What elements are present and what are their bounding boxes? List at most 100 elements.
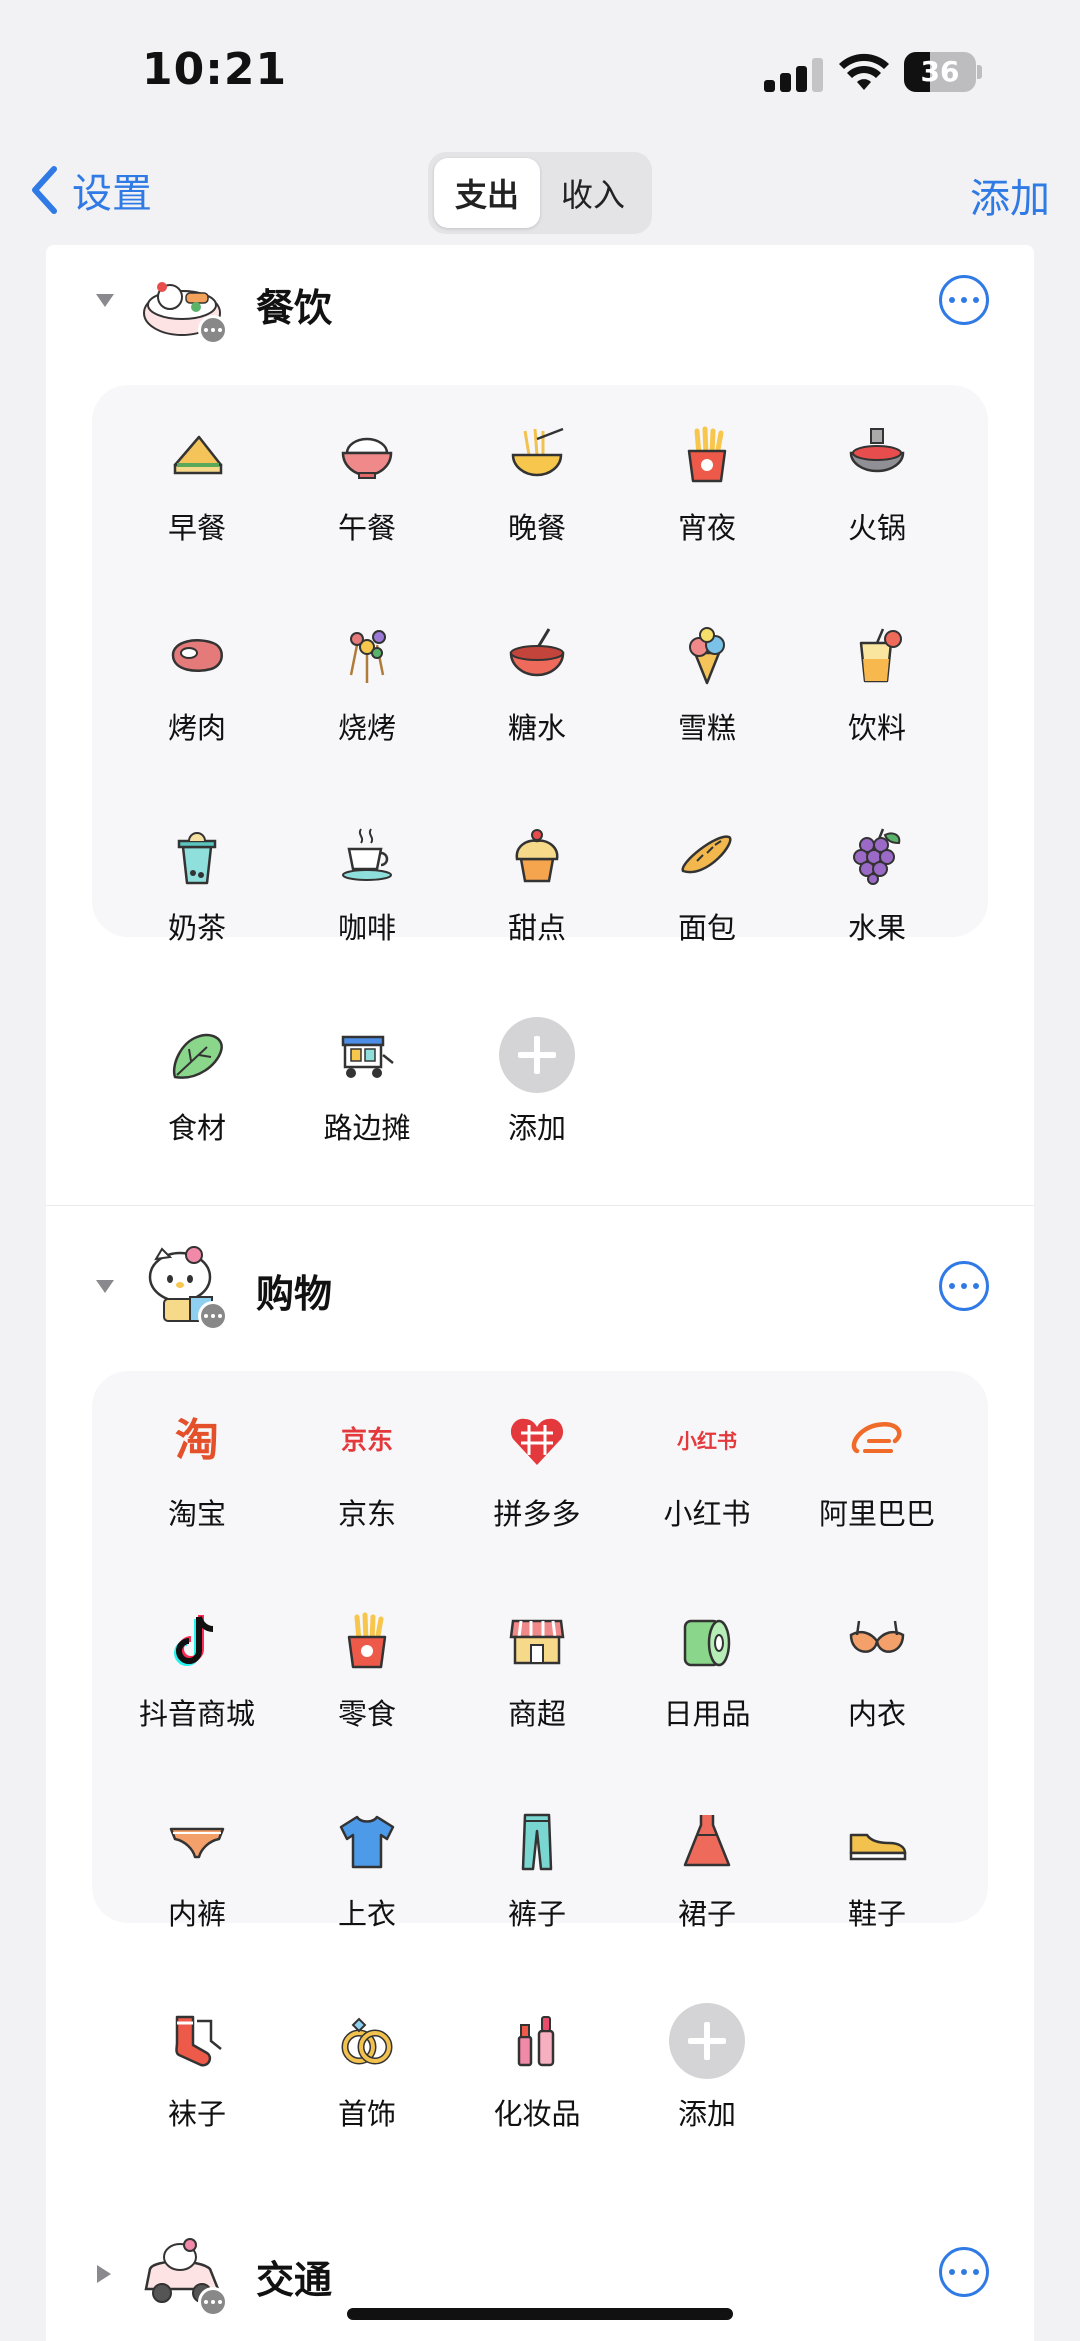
- socks-icon: [175, 2015, 222, 2067]
- ice-cream-icon: [689, 627, 725, 685]
- back-label: 设置: [72, 171, 152, 217]
- item-daily-goods[interactable]: 日用品: [622, 1611, 792, 1751]
- underwear-icon: [169, 1827, 225, 1859]
- category-avatar-dining: [140, 257, 228, 345]
- item-coffee[interactable]: 咖啡: [282, 825, 452, 965]
- item-fruit[interactable]: 水果: [792, 825, 962, 965]
- item-milk-tea[interactable]: 奶茶: [112, 825, 282, 965]
- steak-icon: [171, 639, 223, 672]
- item-cosmetics[interactable]: 化妆品: [452, 2011, 622, 2151]
- item-socks[interactable]: 袜子: [112, 2011, 282, 2151]
- back-button[interactable]: 设置: [30, 160, 152, 220]
- item-xiaohongshu[interactable]: 小红书 小红书: [622, 1411, 792, 1551]
- tab-income[interactable]: 收入: [540, 158, 646, 228]
- noodles-icon: [511, 427, 564, 477]
- item-drinks[interactable]: 饮料: [792, 625, 962, 765]
- category-grid-shopping: 淘 淘宝 京东 京东 拼多多 小红书 小红书 阿里巴巴 抖音商城 零食 商超 日…: [92, 1371, 988, 2131]
- cellular-signal-icon: [764, 58, 824, 92]
- shoe-icon: [849, 1833, 907, 1861]
- plus-icon: [499, 1017, 575, 1093]
- category-title: 餐饮: [256, 286, 333, 330]
- category-header-shopping[interactable]: 购物: [46, 1231, 1034, 1341]
- item-taobao[interactable]: 淘 淘宝: [112, 1411, 282, 1551]
- pants-icon: [521, 1813, 553, 1871]
- category-more-button[interactable]: [939, 1261, 989, 1311]
- skewer-icon: [349, 630, 386, 683]
- item-skewer[interactable]: 烧烤: [282, 625, 452, 765]
- sandwich-icon: [173, 435, 223, 475]
- rings-icon: [341, 2017, 393, 2065]
- item-ice-cream[interactable]: 雪糕: [622, 625, 792, 765]
- jd-icon: 京东: [340, 1426, 393, 1456]
- item-skirt[interactable]: 裙子: [622, 1811, 792, 1951]
- store-icon: [509, 1619, 565, 1665]
- grapes-icon: [853, 828, 901, 885]
- type-segmented-control: 支出 收入: [428, 152, 652, 234]
- bra-icon: [849, 1620, 905, 1653]
- category-grid-dining: 早餐 午餐 晚餐 宵夜 火锅 烤肉 烧烤 糖水 雪糕 饮料 奶茶 咖啡 甜点 面…: [92, 385, 988, 1145]
- alibaba-icon: [851, 1421, 902, 1454]
- item-bread[interactable]: 面包: [622, 825, 792, 965]
- tab-expense[interactable]: 支出: [434, 158, 540, 228]
- collapse-triangle-icon[interactable]: [94, 1277, 116, 1295]
- item-bra[interactable]: 内衣: [792, 1611, 962, 1751]
- category-avatar-transport: [140, 2229, 228, 2317]
- item-shoes[interactable]: 鞋子: [792, 1811, 962, 1951]
- drink-icon: [859, 628, 902, 683]
- expand-triangle-icon[interactable]: [94, 2263, 114, 2285]
- douyin-icon: [174, 1615, 214, 1666]
- item-street-stall[interactable]: 路边摊: [282, 1025, 452, 1165]
- fries-icon: [687, 426, 727, 483]
- item-pinduoduo[interactable]: 拼多多: [452, 1411, 622, 1551]
- cupcake-icon: [515, 829, 559, 883]
- category-header-dining[interactable]: 餐饮: [46, 245, 1034, 355]
- category-list: 餐饮 早餐 午餐 晚餐 宵夜 火锅 烤肉 烧烤 糖水 雪糕 饮料 奶茶 咖啡 甜…: [46, 245, 1034, 2341]
- collapse-triangle-icon[interactable]: [94, 291, 116, 309]
- item-pants[interactable]: 裤子: [452, 1811, 622, 1951]
- category-title: 购物: [256, 1272, 333, 1316]
- item-ingredients[interactable]: 食材: [112, 1025, 282, 1165]
- dress-icon: [683, 1815, 731, 1867]
- milk-tea-icon: [177, 832, 217, 885]
- vegetable-icon: [172, 1033, 223, 1079]
- plus-icon: [669, 2003, 745, 2079]
- tissue-roll-icon: [683, 1619, 731, 1667]
- status-time: 10:21: [142, 44, 288, 95]
- home-indicator[interactable]: [347, 2308, 733, 2320]
- cosmetics-icon: [517, 2016, 555, 2067]
- taobao-icon: 淘: [175, 1415, 219, 1466]
- battery-percent: 36: [920, 55, 960, 88]
- item-tops[interactable]: 上衣: [282, 1811, 452, 1951]
- tshirt-icon: [339, 1815, 395, 1869]
- add-item-button-shopping[interactable]: 添加: [622, 2003, 792, 2151]
- item-douyin-mall[interactable]: 抖音商城: [112, 1611, 282, 1751]
- battery-icon: 36: [904, 52, 982, 92]
- item-jewelry[interactable]: 首饰: [282, 2011, 452, 2151]
- item-dinner[interactable]: 晚餐: [452, 425, 622, 565]
- item-late-night[interactable]: 宵夜: [622, 425, 792, 565]
- hotpot-icon: [849, 428, 905, 473]
- item-sweet-soup[interactable]: 糖水: [452, 625, 622, 765]
- add-category-button[interactable]: 添加: [970, 166, 1050, 224]
- category-more-button[interactable]: [939, 2247, 989, 2297]
- item-jd[interactable]: 京东 京东: [282, 1411, 452, 1551]
- street-cart-icon: [341, 1035, 394, 1078]
- item-hotpot[interactable]: 火锅: [792, 425, 962, 565]
- xiaohongshu-icon: 小红书: [677, 1429, 737, 1453]
- rice-bowl-icon: [341, 437, 393, 479]
- category-more-button[interactable]: [939, 275, 989, 325]
- category-avatar-shopping: [140, 1243, 228, 1331]
- chevron-left-icon: [32, 166, 57, 214]
- item-alibaba[interactable]: 阿里巴巴: [792, 1411, 962, 1551]
- item-supermarket[interactable]: 商超: [452, 1611, 622, 1751]
- snack-icon: [347, 1612, 387, 1669]
- item-lunch[interactable]: 午餐: [282, 425, 452, 565]
- item-underwear[interactable]: 内裤: [112, 1811, 282, 1951]
- item-bbq-meat[interactable]: 烤肉: [112, 625, 282, 765]
- item-snacks[interactable]: 零食: [282, 1611, 452, 1751]
- coffee-icon: [342, 828, 392, 881]
- item-breakfast[interactable]: 早餐: [112, 425, 282, 565]
- add-item-button-dining[interactable]: 添加: [452, 1017, 622, 1165]
- item-dessert[interactable]: 甜点: [452, 825, 622, 965]
- wifi-icon: [839, 53, 889, 90]
